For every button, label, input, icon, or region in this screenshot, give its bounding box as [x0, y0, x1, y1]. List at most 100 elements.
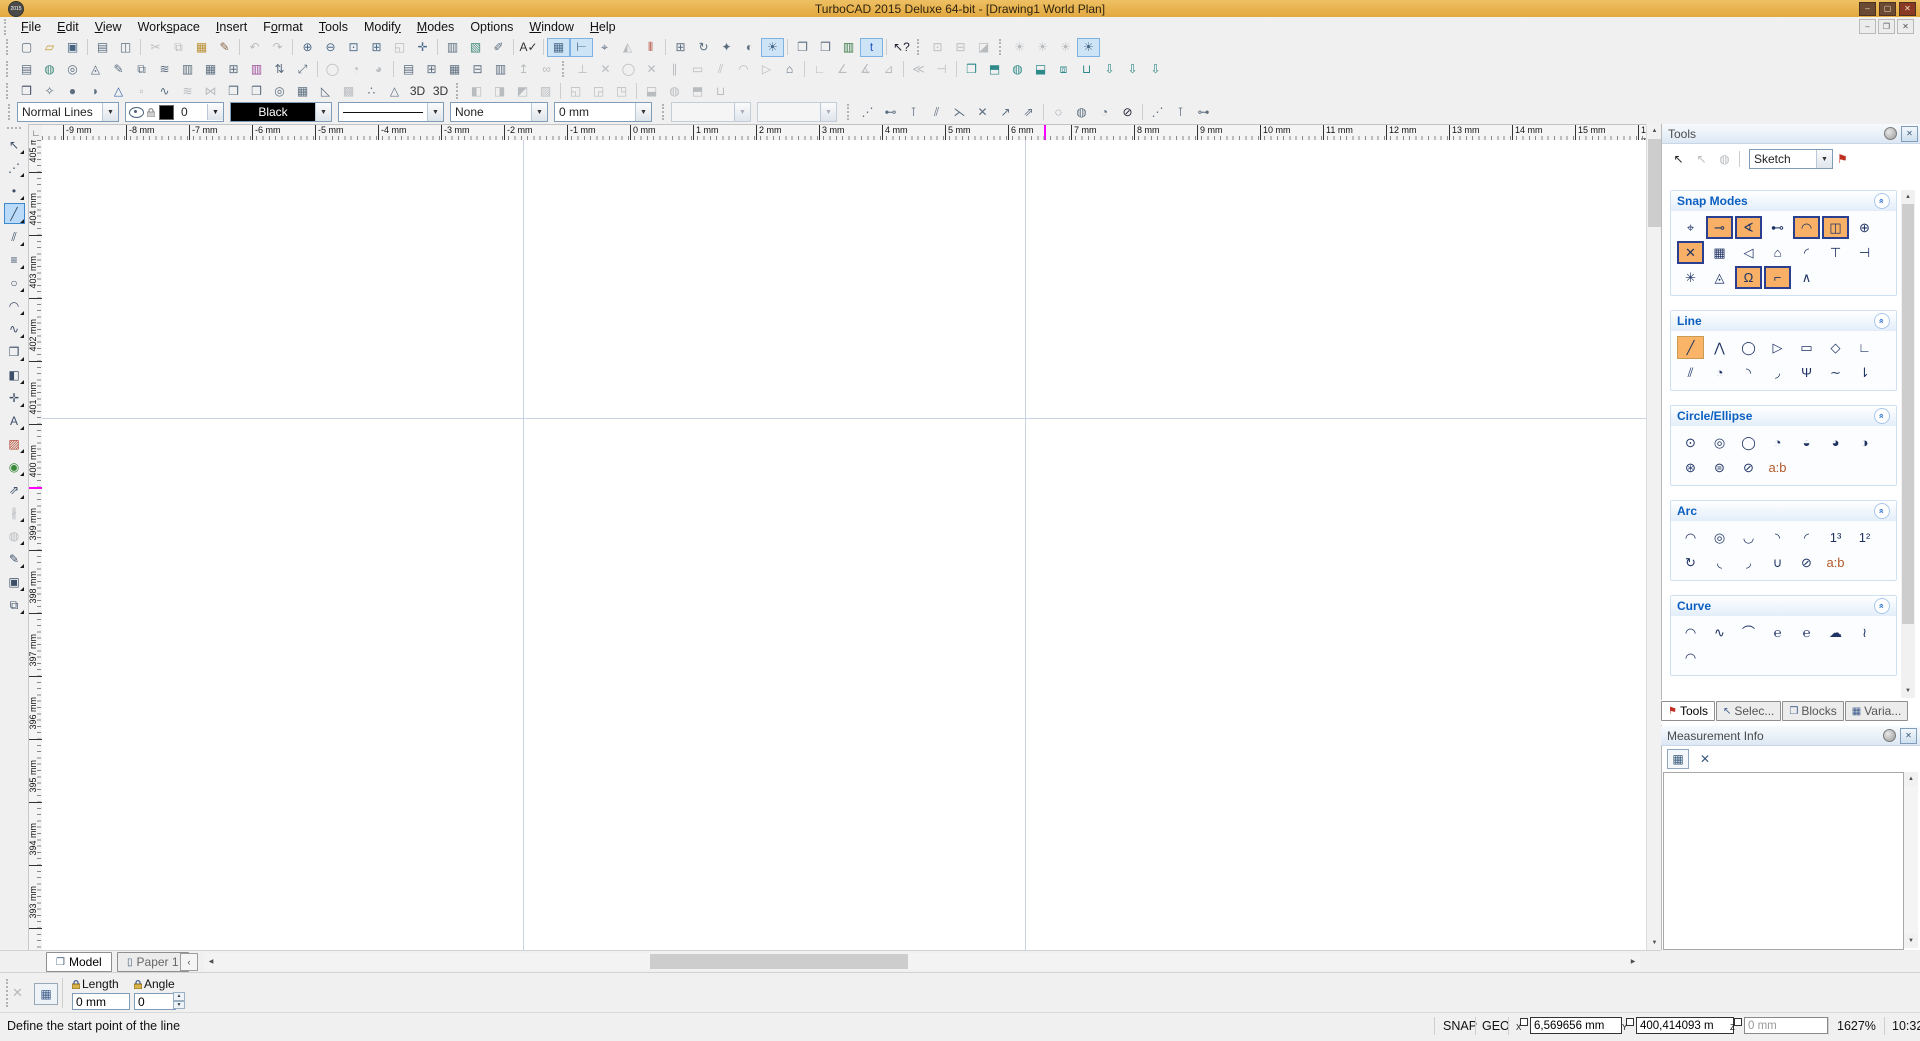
grid-a-icon[interactable]: ⊞	[420, 60, 443, 79]
tri3-icon[interactable]: ◺	[314, 82, 337, 101]
walk-mode-icon[interactable]: t	[860, 37, 883, 57]
pen-icon[interactable]: ✎	[107, 60, 130, 79]
cone-icon[interactable]: △	[107, 82, 130, 101]
pen-color-swatch[interactable]	[159, 104, 174, 120]
snap-divide-icon[interactable]: ✳	[1677, 266, 1704, 289]
lock-icon[interactable]	[134, 979, 142, 989]
menu-window[interactable]: Window	[521, 19, 581, 35]
arc-2point-icon[interactable]: ∪	[1764, 551, 1791, 574]
grid-toggle-icon[interactable]: ▦	[547, 37, 570, 57]
snap-quadrant-icon[interactable]: ◫	[1822, 216, 1849, 239]
menu-workspace[interactable]: Workspace	[130, 19, 208, 35]
world-icon[interactable]: ◍	[38, 60, 61, 79]
chart-icon[interactable]: ⫴	[639, 38, 662, 57]
angle-stepper[interactable]: ▲ ▼	[173, 992, 185, 1009]
sweep-icon[interactable]: ⬓	[1029, 60, 1052, 79]
parallel-tool[interactable]: ∦	[4, 502, 25, 523]
sort-icon[interactable]: ⇅	[268, 60, 291, 79]
zoom-window-icon[interactable]: ⊡	[342, 38, 365, 57]
snap-vector-icon[interactable]: ↗	[994, 103, 1017, 122]
make-block-icon[interactable]: ◪	[972, 38, 995, 57]
hatch-combo[interactable]: None ▼	[450, 102, 548, 122]
geo-toggle[interactable]: GEO	[1482, 1019, 1510, 1033]
bezier-icon[interactable]: ◠	[1677, 621, 1704, 644]
arc-center-radius-icon[interactable]: ◠	[1677, 526, 1704, 549]
loft2-icon[interactable]: ⊔	[709, 82, 732, 101]
link-icon[interactable]: ∞	[535, 60, 558, 79]
snap-toggle[interactable]: SNAP	[1443, 1019, 1477, 1033]
columns-icon[interactable]: ▥	[489, 60, 512, 79]
circle-tool[interactable]: ○	[4, 272, 25, 293]
snap-vertex-icon[interactable]: ⊸	[1706, 216, 1733, 239]
constraint-rect-icon[interactable]: ▭	[686, 60, 709, 79]
pin-icon[interactable]	[1884, 127, 1897, 140]
angle-a-icon[interactable]: ∠	[831, 60, 854, 79]
visibility-eye-icon[interactable]	[129, 106, 144, 118]
angle-field[interactable]	[134, 993, 176, 1010]
vbox-a-icon[interactable]: ❒	[222, 82, 245, 101]
color-combo[interactable]: Black ▼	[230, 102, 332, 122]
tangent-arc-icon[interactable]: ◝	[1735, 361, 1762, 384]
bool-intersect-icon[interactable]: ◩	[511, 82, 534, 101]
box3d-icon[interactable]: ❒	[960, 60, 983, 79]
length-field[interactable]	[72, 993, 130, 1010]
angle-b-icon[interactable]: ∡	[854, 60, 877, 79]
collapse-chevron-icon[interactable]: «	[1874, 408, 1890, 424]
label3d-b-icon[interactable]: 3D	[429, 82, 452, 101]
mdi-restore-icon[interactable]: ❐	[1878, 19, 1895, 34]
hatch3-icon[interactable]: ▨	[534, 82, 557, 101]
horizontal-scroll-thumb[interactable]	[650, 954, 908, 969]
zoom-previous-icon[interactable]: ◱	[388, 38, 411, 57]
rail-icon[interactable]: ⋈	[199, 82, 222, 101]
line-icon[interactable]: ╱	[1677, 336, 1704, 359]
polygon-icon[interactable]: ◯	[1735, 336, 1762, 359]
scroll-up-icon[interactable]: ▲	[1647, 124, 1662, 138]
mdi-close-icon[interactable]: ✕	[1897, 19, 1914, 34]
maximize-button[interactable]: ▢	[1879, 1, 1896, 16]
circle-dash-c-icon[interactable]: ◔	[1093, 103, 1116, 122]
ruler-toggle-icon[interactable]: ⊢	[570, 37, 593, 57]
point-tool[interactable]: •	[4, 180, 25, 201]
cloud-icon[interactable]: ☁	[1822, 621, 1849, 644]
double-line-tool[interactable]: ⫽	[4, 226, 25, 247]
ellipse-fixed-ratio-icon[interactable]: a:b	[1764, 456, 1791, 479]
hemisphere-icon[interactable]: ◗	[84, 82, 107, 101]
link-tool[interactable]: ⇗	[4, 479, 25, 500]
constraint-tri-icon[interactable]: ▷	[755, 60, 778, 79]
angle-tri-icon[interactable]: ⊿	[877, 60, 900, 79]
width-combo[interactable]: 0 mm ▼	[554, 102, 652, 122]
window-tile-icon[interactable]: ❒	[814, 38, 837, 57]
symbols-icon[interactable]: ▥	[441, 38, 464, 57]
arc-stitch-icon[interactable]: ↻	[1677, 551, 1704, 574]
node-diag-icon[interactable]: ⋰	[1146, 103, 1169, 122]
zoom-extents-icon[interactable]: ⊞	[365, 38, 388, 57]
snap-tangent-icon[interactable]: ◜	[1793, 241, 1820, 264]
slice-b-icon[interactable]: ◲	[587, 82, 610, 101]
move-up-icon[interactable]: ↥	[512, 60, 535, 79]
bool-subtract-icon[interactable]: ◨	[488, 82, 511, 101]
label3d-a-icon[interactable]: 3D	[406, 82, 429, 101]
wave-icon[interactable]: ≋	[153, 60, 176, 79]
panel-close-icon[interactable]: ✕	[1901, 125, 1918, 142]
rotate-view-icon[interactable]: ↻	[692, 38, 715, 57]
snap-workplane-icon[interactable]: ◬	[1706, 266, 1733, 289]
stats-chart-icon[interactable]: ▥	[837, 38, 860, 57]
window-new-icon[interactable]: ❐	[791, 38, 814, 57]
tangent-line-icon[interactable]: ∼	[1822, 361, 1849, 384]
cut-icon[interactable]: ✂	[144, 38, 167, 57]
ungroup-icon[interactable]: ⊟	[949, 38, 972, 57]
circle-dash-a-icon[interactable]: ◌	[1047, 103, 1070, 122]
snap-nearest-entity-icon[interactable]: ◁	[1735, 241, 1762, 264]
print-preview-icon[interactable]: ◫	[114, 38, 137, 57]
branch-line-icon[interactable]: Ψ	[1793, 361, 1820, 384]
constraint-slash-icon[interactable]: ⫽	[709, 60, 732, 79]
undo-icon[interactable]: ↶	[243, 38, 266, 57]
circle-tan-2ent-icon[interactable]: ◕	[1822, 431, 1849, 454]
render-tool[interactable]: ◉	[4, 456, 25, 477]
snap-grid-icon[interactable]: ▦	[1706, 241, 1733, 264]
arc-tangent-icon[interactable]: ◜	[1793, 526, 1820, 549]
panel-close-icon[interactable]: ✕	[1900, 727, 1917, 744]
grid3-icon[interactable]: ▦	[291, 82, 314, 101]
ellipse-a-icon[interactable]: ◯	[321, 60, 344, 79]
snap-point2-icon[interactable]: ⊷	[879, 103, 902, 122]
